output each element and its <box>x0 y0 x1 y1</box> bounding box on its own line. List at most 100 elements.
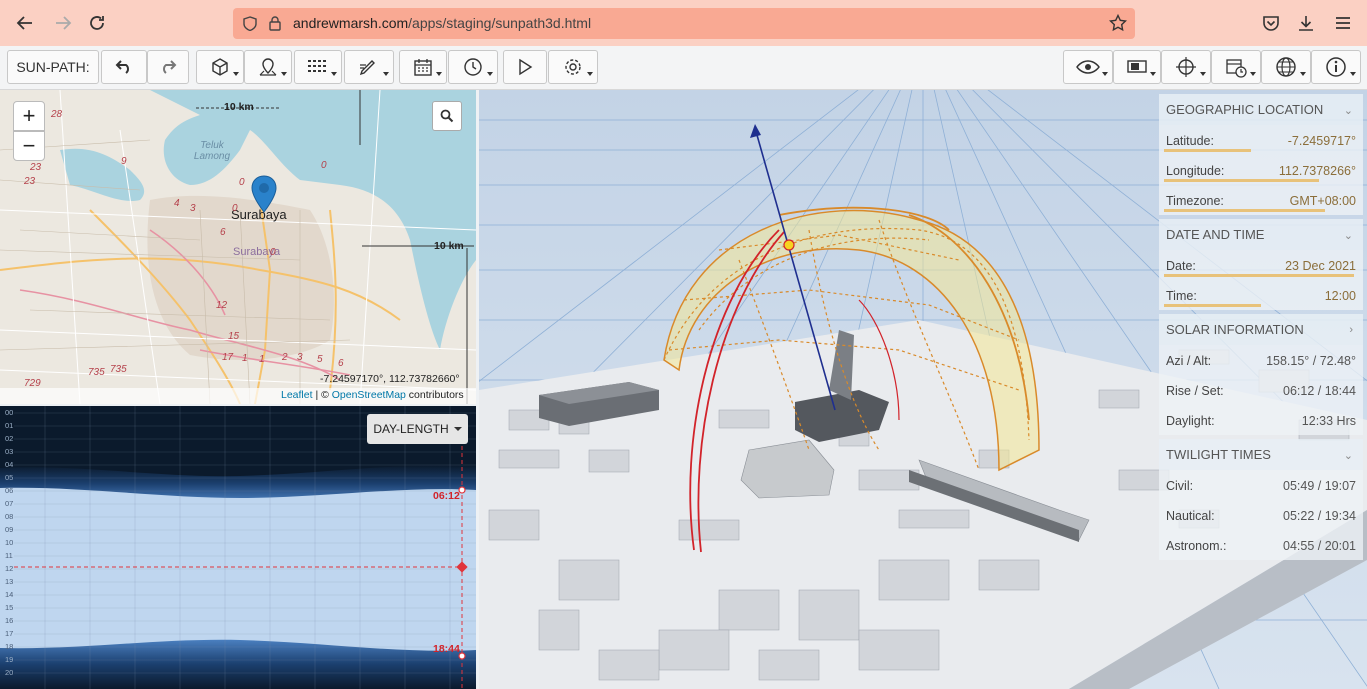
map-scale-right: 10 km <box>434 240 464 252</box>
time-slider[interactable] <box>1164 304 1261 307</box>
grid-menu-button[interactable] <box>294 50 342 84</box>
menu-button[interactable] <box>1330 10 1356 36</box>
location-marker[interactable] <box>251 175 277 213</box>
section-title: TWILIGHT TIMES <box>1166 447 1271 462</box>
row-label: Nautical: <box>1166 509 1215 523</box>
longitude-slider[interactable] <box>1164 179 1320 182</box>
draw-menu-button[interactable] <box>344 50 394 84</box>
road-number: 0 <box>321 160 327 171</box>
lock-icon <box>269 16 281 31</box>
hour-tick: 11 <box>5 551 13 560</box>
forward-button[interactable] <box>50 10 76 36</box>
app-toolbar: SUN-PATH: <box>0 46 1367 90</box>
pocket-button[interactable] <box>1258 10 1284 36</box>
day-length-dropdown[interactable]: DAY-LENGTH <box>367 414 468 444</box>
longitude-row[interactable]: Longitude: 112.7378266° <box>1159 155 1363 185</box>
url-bar[interactable]: andrewmarsh.com/apps/staging/sunpath3d.h… <box>233 8 1135 39</box>
hour-tick: 07 <box>5 499 14 508</box>
eye-icon <box>1076 60 1100 74</box>
latitude-value: -7.2459717° <box>1287 134 1356 148</box>
url-path: /apps/staging/sunpath3d.html <box>408 15 592 31</box>
date-row[interactable]: Date: 23 Dec 2021 <box>1159 250 1363 280</box>
road-number: 2 <box>282 352 288 363</box>
location-menu-button[interactable] <box>244 50 292 84</box>
section-header-solar[interactable]: SOLAR INFORMATION › <box>1159 314 1363 345</box>
bookmark-star-icon[interactable] <box>1109 14 1127 32</box>
hour-axis: 00 01 02 03 04 05 06 07 08 09 10 11 12 1… <box>5 406 19 689</box>
model-menu-button[interactable] <box>196 50 244 84</box>
redo-button[interactable] <box>147 50 189 84</box>
road-number: 3 <box>190 203 196 214</box>
latitude-slider[interactable] <box>1164 149 1252 152</box>
sunpath-menu-button[interactable]: SUN-PATH: <box>7 50 99 84</box>
hour-tick: 13 <box>5 577 14 586</box>
info-menu-button[interactable] <box>1311 50 1361 84</box>
row-label: Date: <box>1166 259 1196 273</box>
road-number: 0 <box>270 247 276 258</box>
row-label: Azi / Alt: <box>1166 354 1212 368</box>
location-map[interactable]: + − 10 km 10 km Teluk Lamong Surabaya Su… <box>0 90 476 404</box>
play-button[interactable] <box>503 50 547 84</box>
hour-tick: 06 <box>5 486 14 495</box>
rise-set-row: Rise / Set: 06:12 / 18:44 <box>1159 375 1363 405</box>
date-value: 23 Dec 2021 <box>1285 259 1356 273</box>
hour-tick: 16 <box>5 616 14 625</box>
section-header-geographic[interactable]: GEOGRAPHIC LOCATION ⌄ <box>1159 94 1363 125</box>
osm-link[interactable]: OpenStreetMap <box>332 389 406 401</box>
settings-menu-button[interactable] <box>548 50 598 84</box>
longitude-value: 112.7378266° <box>1278 164 1356 178</box>
day-length-plot <box>0 406 476 689</box>
road-number: 9 <box>121 156 127 167</box>
road-number: 735 <box>88 367 105 378</box>
map-coords: -7.24597170°, 112.73782660° <box>320 373 460 385</box>
day-length-chart[interactable]: 00 01 02 03 04 05 06 07 08 09 10 11 12 1… <box>0 406 476 689</box>
hour-tick: 02 <box>5 434 14 443</box>
info-panel: GEOGRAPHIC LOCATION ⌄ Latitude: -7.2459717… <box>1159 94 1363 560</box>
section-header-twilight[interactable]: TWILIGHT TIMES ⌄ <box>1159 439 1363 470</box>
monitor-icon <box>1127 60 1147 73</box>
url-text: andrewmarsh.com/apps/staging/sunpath3d.h… <box>293 15 591 31</box>
zoom-in-button[interactable]: + <box>13 101 45 131</box>
schedule-menu-button[interactable] <box>1211 50 1261 84</box>
view-menu-button[interactable] <box>1063 50 1113 84</box>
map-search-button[interactable] <box>432 101 462 131</box>
back-button[interactable] <box>12 10 38 36</box>
map-pin-icon <box>259 58 277 76</box>
hour-tick: 08 <box>5 512 14 521</box>
time-menu-button[interactable] <box>448 50 498 84</box>
road-number: 1 <box>259 354 265 365</box>
hour-tick: 20 <box>5 668 14 677</box>
compass-menu-button[interactable] <box>1161 50 1211 84</box>
section-header-datetime[interactable]: DATE AND TIME ⌄ <box>1159 219 1363 250</box>
reload-button[interactable] <box>84 10 110 36</box>
calendar-icon <box>414 59 432 76</box>
redo-icon <box>163 60 177 74</box>
map-attribution: Leaflet | © OpenStreetMap contributors <box>281 389 464 401</box>
globe-menu-button[interactable] <box>1261 50 1311 84</box>
section-title: GEOGRAPHIC LOCATION <box>1166 102 1324 117</box>
row-label: Rise / Set: <box>1166 384 1224 398</box>
date-menu-button[interactable] <box>399 50 447 84</box>
timezone-slider[interactable] <box>1164 209 1326 212</box>
caret-down-icon <box>453 427 462 431</box>
display-menu-button[interactable] <box>1113 50 1161 84</box>
civil-value: 05:49 / 19:07 <box>1283 479 1356 493</box>
timezone-row[interactable]: Timezone: GMT+08:00 <box>1159 185 1363 215</box>
daylight-value: 12:33 Hrs <box>1301 414 1356 428</box>
downloads-button[interactable] <box>1293 10 1319 36</box>
undo-button[interactable] <box>101 50 147 84</box>
globe-icon <box>1276 57 1296 77</box>
attribution-sep: | © <box>312 389 332 401</box>
row-label: Longitude: <box>1166 164 1225 178</box>
hour-tick: 19 <box>5 655 14 664</box>
time-row[interactable]: Time: 12:00 <box>1159 280 1363 310</box>
date-slider[interactable] <box>1164 274 1355 277</box>
map-marker-icon <box>251 175 277 213</box>
zoom-out-button[interactable]: − <box>13 131 45 161</box>
row-label: Daylight: <box>1166 414 1215 428</box>
shield-icon <box>243 16 257 31</box>
road-number: 17 <box>222 352 234 363</box>
sunrise-label: 06:12 <box>433 490 460 502</box>
leaflet-link[interactable]: Leaflet <box>281 389 313 401</box>
latitude-row[interactable]: Latitude: -7.2459717° <box>1159 125 1363 155</box>
